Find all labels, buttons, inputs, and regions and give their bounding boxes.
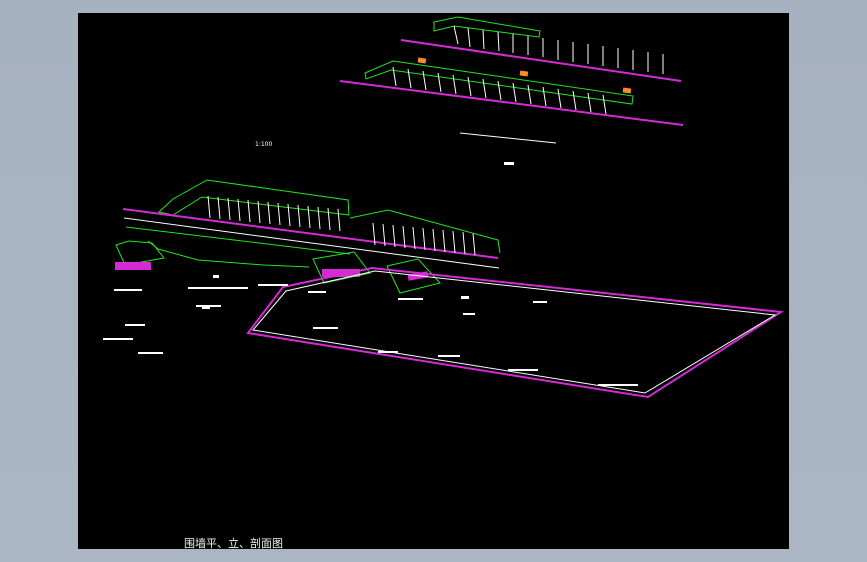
upper-wall-elevation bbox=[339, 16, 684, 165]
cad-drawing-canvas[interactable] bbox=[78, 13, 789, 549]
site-plan-outline bbox=[246, 266, 784, 399]
scale-label: 1:100 bbox=[255, 141, 273, 148]
cad-application-window: 围墙平、立、剖面图 1:100 bbox=[0, 0, 867, 562]
drawing-title: 围墙平、立、剖面图 bbox=[184, 537, 283, 549]
cad-drawing-viewport[interactable]: 围墙平、立、剖面图 1:100 bbox=[78, 13, 789, 549]
